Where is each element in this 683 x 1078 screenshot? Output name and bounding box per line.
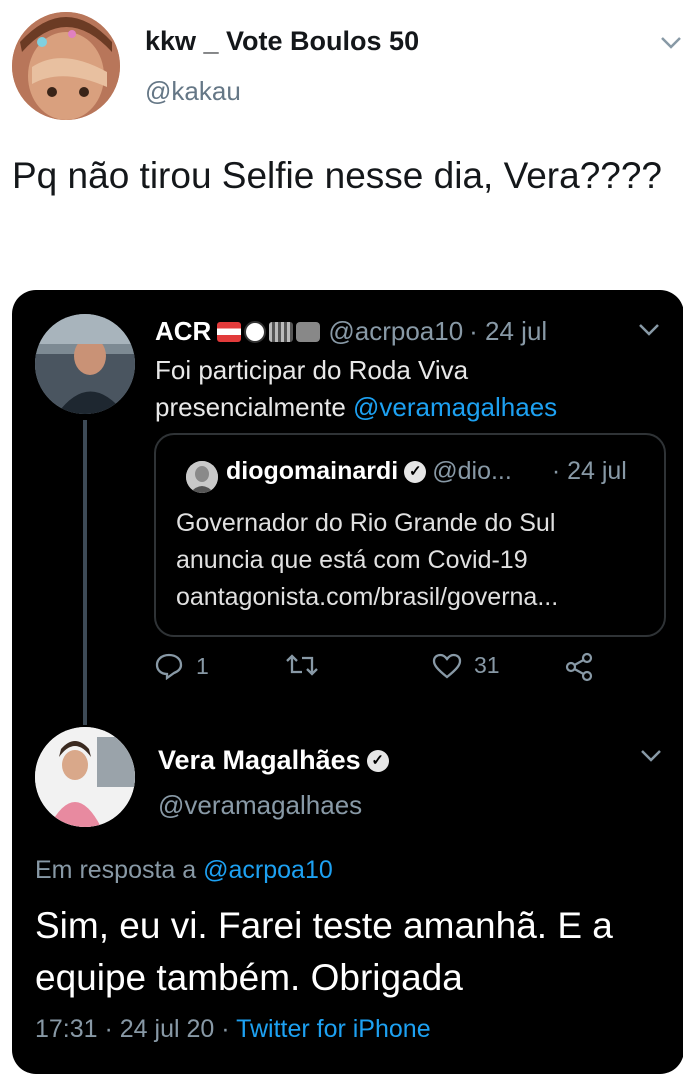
vera-avatar[interactable]: [35, 727, 135, 827]
quote-avatar[interactable]: [186, 461, 218, 493]
outer-avatar[interactable]: [12, 12, 120, 120]
tweet-timestamp[interactable]: 17:31 · 24 jul 20 ·: [35, 1015, 236, 1043]
acr-tweet-text: Foi participar do Roda Viva presencialme…: [155, 352, 665, 426]
tweet-actions: 1 31: [154, 652, 594, 692]
like-count: 31: [474, 652, 500, 678]
retweet-action[interactable]: [284, 652, 332, 678]
vera-tweet-text: Sim, eu vi. Farei teste amanhã. E a equi…: [35, 905, 613, 998]
outer-display-name[interactable]: kkw _ Vote Boulos 50: [145, 26, 419, 57]
like-action[interactable]: 31: [432, 652, 500, 679]
acr-avatar[interactable]: [35, 314, 135, 414]
quoted-tweet-card[interactable]: diogomainardi ✓ @dio... · 24 jul Governa…: [154, 433, 666, 637]
quote-handle[interactable]: @dio...: [432, 457, 512, 486]
reply-action[interactable]: 1: [154, 652, 209, 680]
outer-tweet-text: Pq não tirou Selfie nesse dia, Vera????: [12, 155, 663, 196]
share-icon: [565, 652, 593, 682]
embedded-screenshot: ACR @acrpoa10 · 24 jul Foi participar do…: [12, 290, 683, 1074]
reply-count: 1: [196, 652, 209, 679]
acr-display-name[interactable]: ACR: [155, 316, 211, 347]
quote-header: diogomainardi ✓ @dio... · 24 jul: [226, 457, 627, 486]
share-action[interactable]: [564, 652, 594, 682]
chevron-down-icon[interactable]: [660, 30, 682, 56]
vera-display-name[interactable]: Vera Magalhães: [158, 745, 361, 776]
quote-text: Governador do Rio Grande do Sul anuncia …: [176, 509, 556, 574]
quote-body: Governador do Rio Grande do Sul anuncia …: [176, 505, 646, 616]
reply-context: Em resposta a @acrpoa10: [35, 856, 333, 885]
acr-date[interactable]: · 24 jul: [469, 316, 547, 347]
tweet-source-link[interactable]: Twitter for iPhone: [236, 1015, 431, 1043]
vera-handle[interactable]: @veramagalhaes: [158, 790, 362, 821]
chevron-down-icon[interactable]: [638, 320, 660, 343]
reply-prefix: Em resposta a: [35, 856, 204, 884]
mention-link[interactable]: @veramagalhaes: [353, 392, 557, 422]
verified-badge-icon: ✓: [404, 460, 427, 483]
name-emojis: [217, 320, 321, 343]
chevron-down-icon[interactable]: [640, 746, 662, 769]
verified-badge-icon: ✓: [366, 749, 389, 772]
flag-austria-icon: [217, 321, 242, 342]
reply-icon: [155, 653, 183, 680]
quote-date[interactable]: · 24 jul: [552, 457, 627, 486]
quote-display-name[interactable]: diogomainardi: [226, 457, 398, 486]
reply-mention-link[interactable]: @acrpoa10: [203, 856, 333, 884]
movie-camera-icon: [296, 321, 321, 342]
tweet-meta: 17:31 · 24 jul 20 · Twitter for iPhone: [35, 1015, 431, 1044]
acr-header: ACR @acrpoa10 · 24 jul: [155, 316, 547, 347]
retweet-icon: [286, 654, 318, 676]
quote-link[interactable]: oantagonista.com/brasil/governa...: [176, 579, 646, 616]
vera-name-row: Vera Magalhães ✓: [158, 745, 395, 776]
soccer-ball-icon: [244, 320, 267, 343]
outer-handle[interactable]: @kakau: [145, 76, 241, 107]
heart-icon: [432, 653, 462, 678]
thread-line: [83, 420, 87, 725]
acr-handle[interactable]: @acrpoa10: [328, 316, 463, 347]
flag-grid-icon: [269, 321, 294, 342]
